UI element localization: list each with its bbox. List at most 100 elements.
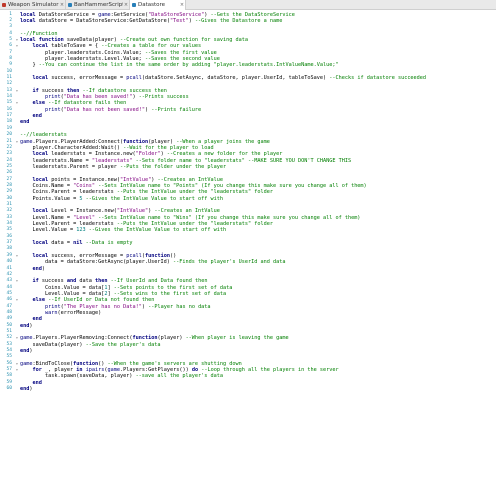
code-token: end — [20, 322, 30, 329]
code-token: if — [32, 278, 42, 285]
code-token: ) — [29, 348, 33, 355]
code-token: "IntValue" — [116, 208, 149, 215]
code-line[interactable]: leaderstats.Parent = player --Puts the f… — [20, 164, 226, 170]
code-area[interactable]: local DataStoreService = game:GetService… — [20, 10, 496, 500]
code-token: --Prints failure — [151, 106, 202, 113]
code-token: --save all the player's data — [135, 373, 224, 380]
code-line[interactable]: saveData(player) --Save the player's dat… — [20, 342, 160, 348]
code-token: function — [144, 252, 170, 259]
code-token: player.CharacterAdded:Wait() — [20, 144, 124, 151]
code-token: "Test" — [169, 17, 189, 24]
code-token: ) — [29, 322, 33, 329]
close-icon[interactable]: × — [59, 2, 65, 8]
code-token: local — [32, 208, 52, 215]
close-icon[interactable]: × — [123, 2, 129, 8]
code-line[interactable]: end) — [20, 348, 33, 354]
code-token: --Sets folder name to "leaderstats" --MA… — [132, 157, 352, 164]
code-token: for — [32, 367, 45, 374]
code-token: function — [132, 335, 158, 342]
code-token: data = — [51, 240, 74, 247]
tab-bar: Weapon Simulator × BanHammerScript × Dat… — [0, 0, 496, 10]
code-token: end — [32, 265, 42, 272]
code-token: --When player is leaving the game — [185, 335, 289, 342]
code-token: --Creates an IntValue — [157, 176, 224, 183]
code-token: Coins.Name = — [20, 182, 74, 189]
code-token: (player) — [148, 138, 177, 145]
code-token: _, player — [45, 367, 77, 374]
code-token: success — [41, 278, 67, 285]
code-token: and — [66, 278, 80, 285]
code-token: local function — [20, 36, 67, 43]
code-token: data = dataStore:GetAsync(player.UserId) — [20, 259, 174, 266]
code-line[interactable]: end — [20, 119, 29, 125]
code-token: --Puts the folder under the player — [119, 163, 227, 170]
code-token: nil — [73, 240, 86, 247]
code-token: then — [95, 278, 111, 285]
tab-banhammerscript[interactable]: BanHammerScript × — [66, 0, 130, 9]
code-token: :BindToClose( — [32, 360, 74, 367]
code-token: --You can continue the list in the same … — [38, 62, 339, 69]
tab-weapon-simulator[interactable]: Weapon Simulator × — [0, 0, 66, 9]
code-token: () — [169, 252, 177, 259]
code-line[interactable]: end) — [20, 265, 46, 272]
code-token: GetService — [113, 11, 145, 18]
code-token: .Players.PlayerRemoving:Connect( — [32, 335, 133, 342]
code-line[interactable]: end) — [20, 323, 33, 329]
code-token: game — [20, 335, 33, 342]
code-token: pcall — [126, 252, 142, 259]
code-token: leaderstats = Instance.new( — [51, 151, 136, 158]
code-line[interactable]: } --You can continue the list in the sam… — [20, 62, 339, 69]
code-token: success, errorMessage = — [51, 75, 127, 81]
code-token: leaderstats.Name = — [20, 157, 92, 164]
code-token: points = Instance.new( — [51, 176, 120, 183]
code-token: dataStore = DataStoreService: — [38, 17, 130, 24]
code-token: Coins.Value = data[ — [20, 284, 105, 291]
code-token: --Puts the IntValue under the "leadersta… — [116, 221, 273, 228]
code-token: --Sets wins to the first set of data — [113, 290, 227, 297]
code-token: print — [45, 94, 61, 101]
tab-datastore[interactable]: Datastore × — [130, 0, 186, 10]
code-line[interactable]: local success, errorMessage = pcall(data… — [20, 75, 427, 81]
code-line[interactable]: task.spawn(saveData, player) --save all … — [20, 373, 223, 379]
code-token: ) — [29, 386, 33, 393]
code-token: Level.Value = data[ — [20, 290, 105, 297]
code-token: warn — [45, 309, 58, 316]
code-line[interactable]: Level.Value = 123 --Gives the IntValue V… — [20, 227, 226, 233]
code-token: --Data is empty — [85, 240, 133, 247]
close-icon[interactable]: × — [179, 2, 185, 8]
code-line[interactable]: data = dataStore:GetAsync(player.UserId)… — [20, 259, 286, 266]
code-token: --Puts the IntValue under the "leadersta… — [116, 189, 273, 196]
code-token: local — [32, 75, 52, 81]
tab-label: Datastore — [138, 2, 166, 8]
code-token: local — [32, 176, 52, 183]
code-line[interactable]: local dataStore = DataStoreService:GetDa… — [20, 18, 282, 24]
script-icon — [68, 2, 72, 7]
code-token: } — [20, 62, 39, 69]
script-editor[interactable]: 1 2 3 4 5 6 7 8 9 10 11 12 13 14 15 16 17 18 19 20 21 22 23 24 2… — [0, 10, 496, 500]
code-line[interactable]: local data = nil --Data is empty — [20, 240, 133, 247]
code-token: --Gives the Datastore a name — [194, 17, 283, 24]
code-line[interactable]: Points.Value = 5 --Gives the IntValue Va… — [20, 196, 223, 202]
code-token: --Gets the DataStoreService — [210, 11, 295, 18]
code-token: --When the game's servers are shutting d… — [107, 360, 242, 367]
code-line[interactable]: print("Data has not been saved!") --Prin… — [20, 107, 201, 113]
tab-label: BanHammerScript — [74, 1, 123, 8]
code-token: function — [73, 360, 99, 367]
code-token: end — [20, 348, 30, 355]
line-number: 60 — [6, 386, 12, 392]
code-line[interactable]: end) — [20, 386, 33, 392]
code-token: tableToSave = { — [51, 43, 102, 50]
code-token: 123 — [76, 227, 86, 234]
code-token: ) — [41, 265, 45, 272]
code-token: "Folder" — [135, 151, 161, 158]
